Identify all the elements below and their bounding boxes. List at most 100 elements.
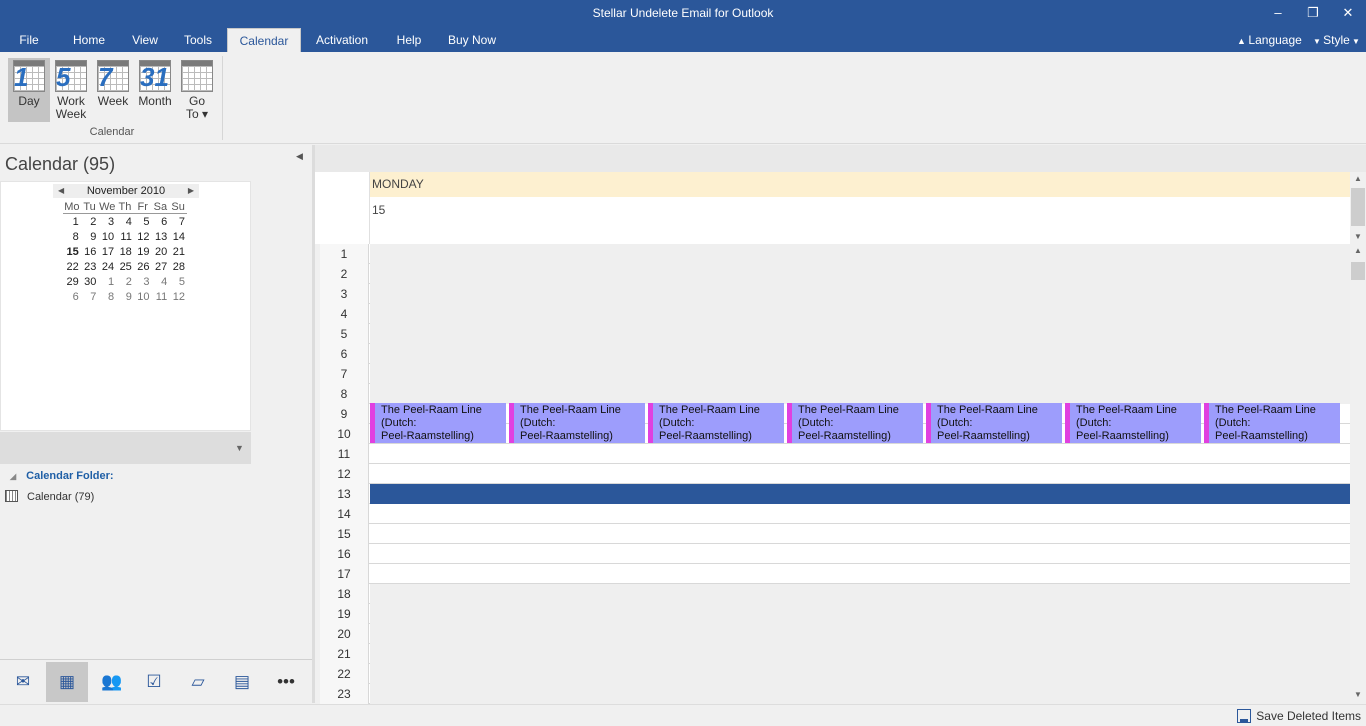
mini-calendar-day[interactable]: 21 [169,244,187,259]
time-slot[interactable] [370,364,1350,384]
calendar-event[interactable]: The Peel-Raam Line (Dutch: Peel-Raamstelli… [1065,403,1201,443]
mini-calendar-today[interactable]: 15 [63,244,81,259]
menu-help[interactable]: Help [390,28,428,52]
mini-calendar-day[interactable]: 30 [81,274,99,289]
hour-row[interactable]: 17 [320,564,1350,584]
mini-calendar-day[interactable]: 12 [134,229,152,244]
menu-file[interactable]: File [6,28,52,52]
calendar-event[interactable]: The Peel-Raam Line (Dutch: Peel-Raamstelli… [1204,403,1340,443]
mini-calendar-day[interactable]: 9 [81,229,99,244]
week-view-button[interactable]: 7 Week [94,58,132,122]
contacts-icon[interactable]: 👥 [91,662,133,702]
mini-calendar-day[interactable]: 10 [98,229,116,244]
time-slot[interactable] [370,604,1350,624]
close-icon[interactable]: ✕ [1334,4,1362,22]
time-slot[interactable] [370,384,1350,404]
time-slot[interactable] [370,324,1350,344]
time-slot[interactable] [370,444,1350,464]
all-day-scrollbar[interactable]: ▲ ▼ [1350,172,1366,244]
work-week-view-button[interactable]: 5 Work Week [52,58,90,122]
time-slot[interactable] [370,664,1350,684]
hour-row[interactable]: 18 [320,584,1350,604]
hour-row[interactable]: 20 [320,624,1350,644]
folder-header[interactable]: ◢ Calendar Folder: [10,470,114,482]
calendar-event[interactable]: The Peel-Raam Line (Dutch: Peel-Raamstelli… [509,403,645,443]
collapse-pane-icon[interactable]: ◀ [296,151,303,162]
scroll-up-icon[interactable]: ▲ [1350,172,1366,186]
hour-row[interactable]: 12 [320,464,1350,484]
mini-calendar-day[interactable]: 13 [152,229,170,244]
mini-calendar-day[interactable]: 6 [152,214,170,229]
mini-calendar-day[interactable]: 1 [63,214,81,229]
mini-calendar-day[interactable]: 25 [116,259,134,274]
scroll-down-icon[interactable]: ▼ [1350,230,1366,244]
chevron-down-icon[interactable]: ▼ [235,443,244,453]
mini-calendar-day[interactable]: 7 [169,214,187,229]
time-slot[interactable] [370,584,1350,604]
time-slot[interactable] [370,284,1350,304]
mini-calendar-day[interactable]: 2 [81,214,99,229]
mini-calendar-day[interactable]: 17 [98,244,116,259]
mini-calendar-day[interactable]: 14 [169,229,187,244]
hour-row[interactable]: 4 [320,304,1350,324]
next-month-icon[interactable]: ▶ [188,184,194,198]
mini-calendar-day[interactable]: 28 [169,259,187,274]
mini-calendar-day[interactable]: 9 [116,289,134,304]
time-slot[interactable] [370,564,1350,584]
mini-calendar-day[interactable]: 2 [116,274,134,289]
mini-calendar-day[interactable]: 1 [98,274,116,289]
menu-buy-now[interactable]: Buy Now [444,28,500,52]
time-slot[interactable] [370,684,1350,704]
calendar-event[interactable]: The Peel-Raam Line (Dutch: Peel-Raamstelli… [926,403,1062,443]
hour-row[interactable]: 8 [320,384,1350,404]
time-slot[interactable] [370,464,1350,484]
time-slot[interactable] [370,244,1350,264]
menu-tools[interactable]: Tools [176,28,220,52]
mini-calendar-day[interactable]: 5 [134,214,152,229]
mini-calendar-day[interactable]: 8 [98,289,116,304]
mini-calendar-day[interactable]: 3 [98,214,116,229]
mini-calendar-day[interactable]: 11 [152,289,170,304]
journal-icon[interactable]: ▤ [221,662,263,702]
hour-row[interactable]: 3 [320,284,1350,304]
mini-calendar-day[interactable]: 4 [116,214,134,229]
hour-row[interactable]: 7 [320,364,1350,384]
hour-row[interactable]: 22 [320,664,1350,684]
mini-calendar-day[interactable]: 20 [152,244,170,259]
hour-row[interactable]: 11 [320,444,1350,464]
calendar-event[interactable]: The Peel-Raam Line (Dutch: Peel-Raamstelli… [648,403,784,443]
hour-row[interactable]: 21 [320,644,1350,664]
save-deleted-items-button[interactable]: Save Deleted Items [1237,709,1361,723]
mini-calendar-day[interactable]: 12 [169,289,187,304]
go-to-button[interactable]: Go To ▾ [178,58,216,122]
calendar-icon[interactable]: ▦ [46,662,88,702]
menu-view[interactable]: View [124,28,166,52]
mini-calendar-day[interactable]: 23 [81,259,99,274]
menu-calendar[interactable]: Calendar [227,28,301,52]
restore-icon[interactable]: ❐ [1299,4,1327,22]
notes-icon[interactable]: ▱ [177,662,219,702]
minimize-icon[interactable]: – [1264,4,1292,22]
language-menu[interactable]: ▲ Language [1237,28,1302,52]
day-grid-scrollbar[interactable]: ▲ ▼ [1350,244,1366,704]
time-slot[interactable] [370,344,1350,364]
hour-row[interactable]: 6 [320,344,1350,364]
mini-calendar-day[interactable]: 19 [134,244,152,259]
menu-activation[interactable]: Activation [310,28,374,52]
style-menu[interactable]: ▼ Style ▼ [1313,28,1360,52]
hour-row[interactable]: 15 [320,524,1350,544]
time-slot[interactable] [370,304,1350,324]
mini-calendar-day[interactable]: 11 [116,229,134,244]
mini-calendar-day[interactable]: 3 [134,274,152,289]
mini-calendar-day[interactable]: 10 [134,289,152,304]
time-slot[interactable] [370,544,1350,564]
mini-calendar-day[interactable]: 24 [98,259,116,274]
hour-row[interactable]: 16 [320,544,1350,564]
tasks-icon[interactable]: ☑ [133,662,175,702]
more-icon[interactable]: ••• [265,662,307,702]
mini-calendar-day[interactable]: 29 [63,274,81,289]
mini-calendar-day[interactable]: 16 [81,244,99,259]
hour-row[interactable]: 5 [320,324,1350,344]
hour-row[interactable]: 2 [320,264,1350,284]
calendar-event[interactable]: The Peel-Raam Line (Dutch: Peel-Raamstelli… [787,403,923,443]
